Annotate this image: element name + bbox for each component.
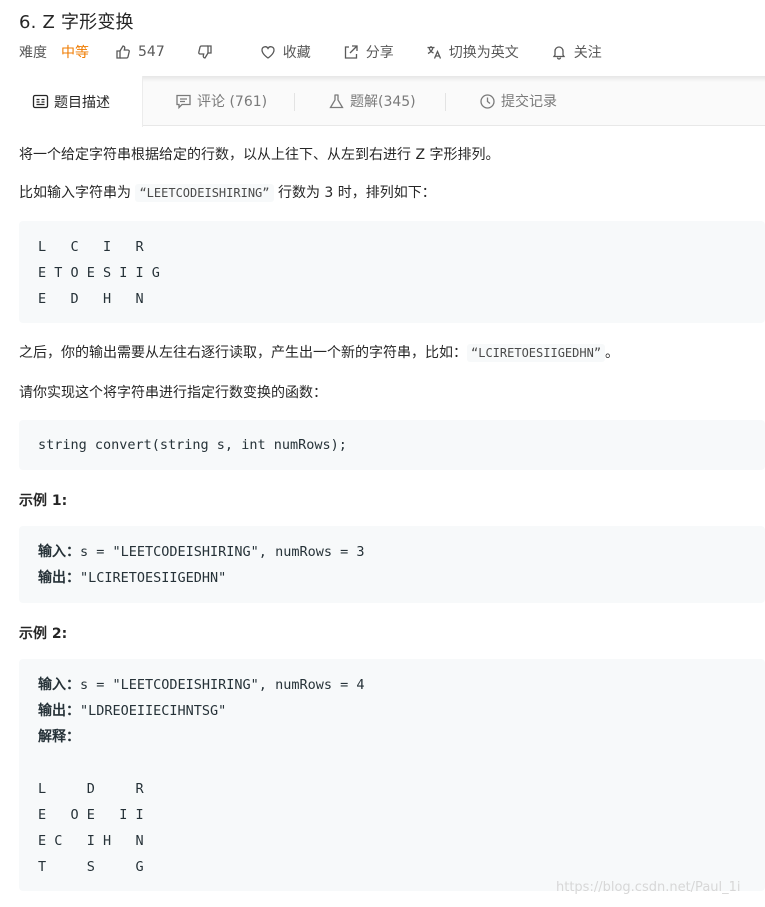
share-icon <box>344 45 358 59</box>
output-value: "LCIRETOESIIGEDHN" <box>80 570 227 586</box>
share-label: 分享 <box>365 45 394 61</box>
flask-icon <box>329 93 344 108</box>
tab-bar: 题目描述 评论 (761) 题解(345) 提交记录 <box>0 76 765 127</box>
example-input-line: 输入：s = "LEETCODEISHIRING", numRows = 3 <box>38 539 746 565</box>
translate-icon <box>427 46 441 59</box>
tab-submissions-label: 提交记录 <box>501 94 557 110</box>
favorite-button[interactable]: 收藏 <box>260 42 311 62</box>
inline-code: “LCIRETOESIIGEDHN” <box>467 344 606 362</box>
zigzag-pattern-block: L C I R E T O E S I I G E D H N <box>19 221 765 323</box>
follow-label: 关注 <box>573 45 602 61</box>
tab-description[interactable]: 题目描述 <box>0 76 143 127</box>
difficulty-badge: 中等 <box>61 45 89 61</box>
text-span: 比如输入字符串为 <box>19 185 131 201</box>
pattern-line: E O E I I <box>38 807 144 823</box>
explain-label: 解释： <box>38 729 80 745</box>
text-span: 之后，你的输出需要从左往右逐行读取，产生出一个新的字符串，比如： <box>19 345 467 361</box>
dislike-button[interactable] <box>197 44 220 60</box>
like-count: 547 <box>138 44 165 60</box>
pattern-line: E T O E S I I G <box>38 265 160 281</box>
input-label: 输入： <box>38 677 80 693</box>
output-label: 输出： <box>38 570 80 586</box>
text-span: 行数为 3 时，排列如下： <box>277 185 436 201</box>
pattern-line: T S G <box>38 859 144 875</box>
problem-header: 6. Z 字形变换 难度 中等 547 收藏 分享 切换为英文 关注 <box>0 0 765 76</box>
tab-comments[interactable]: 评论 (761) <box>175 76 267 126</box>
output-label: 输出： <box>38 703 80 719</box>
example-input-line: 输入：s = "LEETCODEISHIRING", numRows = 4 <box>38 672 746 698</box>
text-span: 。 <box>605 345 620 361</box>
pattern-line: E D H N <box>38 291 144 307</box>
tab-comments-label: 评论 (761) <box>197 94 268 110</box>
comment-icon <box>176 94 191 109</box>
thumbs-down-icon <box>197 45 212 59</box>
example-output-line: 输出："LDREOEIIECIHNTSG" <box>38 698 746 724</box>
function-signature-block: string convert(string s, int numRows); <box>19 420 765 470</box>
description-paragraph: 之后，你的输出需要从左往右逐行读取，产生出一个新的字符串，比如： “LCIRETO… <box>19 342 619 364</box>
description-icon <box>32 94 49 109</box>
pattern-line: L C I R <box>38 239 144 255</box>
tab-submissions[interactable]: 提交记录 <box>479 76 557 126</box>
tab-solutions[interactable]: 题解(345) <box>328 76 416 126</box>
description-paragraph: 请你实现这个将字符串进行指定行数变换的函数： <box>19 385 327 401</box>
follow-button[interactable]: 关注 <box>551 42 602 62</box>
share-button[interactable]: 分享 <box>343 42 394 62</box>
pattern-line: L D R <box>38 781 144 797</box>
example-heading: 示例 1: <box>19 493 68 509</box>
description-paragraph: 将一个给定字符串根据给定的行数，以从上往下、从左到右进行 Z 字形排列。 <box>19 147 500 163</box>
tab-divider <box>294 93 295 111</box>
example-block: 输入：s = "LEETCODEISHIRING", numRows = 3 输… <box>19 526 765 603</box>
favorite-label: 收藏 <box>282 45 311 61</box>
code-line: string convert(string s, int numRows); <box>38 437 347 453</box>
watermark-text: https://blog.csdn.net/Paul_1i <box>556 880 741 895</box>
example-output-line: 输出："LCIRETOESIIGEDHN" <box>38 565 746 591</box>
example-explain-line: 解释： <box>38 724 746 750</box>
thumbs-up-icon <box>116 45 130 59</box>
bell-icon <box>552 46 565 60</box>
tab-divider <box>445 93 446 111</box>
input-value: s = "LEETCODEISHIRING", numRows = 3 <box>80 544 365 560</box>
pattern-line: E C I H N <box>38 833 144 849</box>
output-value: "LDREOEIIECIHNTSG" <box>80 703 227 719</box>
tab-description-label: 题目描述 <box>54 94 110 111</box>
tab-solutions-label: 题解(345) <box>350 94 416 110</box>
problem-title: 6. Z 字形变换 <box>19 12 134 33</box>
switch-language-label: 切换为英文 <box>448 45 519 61</box>
example-block: 输入：s = "LEETCODEISHIRING", numRows = 4 输… <box>19 659 765 891</box>
like-button[interactable]: 547 <box>115 44 165 60</box>
inline-code: “LEETCODEISHIRING” <box>135 184 274 202</box>
description-paragraph: 比如输入字符串为 “LEETCODEISHIRING” 行数为 3 时，排列如下… <box>19 182 436 204</box>
example-heading: 示例 2: <box>19 626 68 642</box>
switch-language-button[interactable]: 切换为英文 <box>426 42 519 62</box>
input-label: 输入： <box>38 544 80 560</box>
heart-icon <box>261 46 275 59</box>
problem-meta-bar: 难度 中等 547 收藏 分享 切换为英文 关注 <box>19 42 634 62</box>
clock-icon <box>480 93 495 109</box>
difficulty-label: 难度 <box>19 45 47 61</box>
input-value: s = "LEETCODEISHIRING", numRows = 4 <box>80 677 365 693</box>
